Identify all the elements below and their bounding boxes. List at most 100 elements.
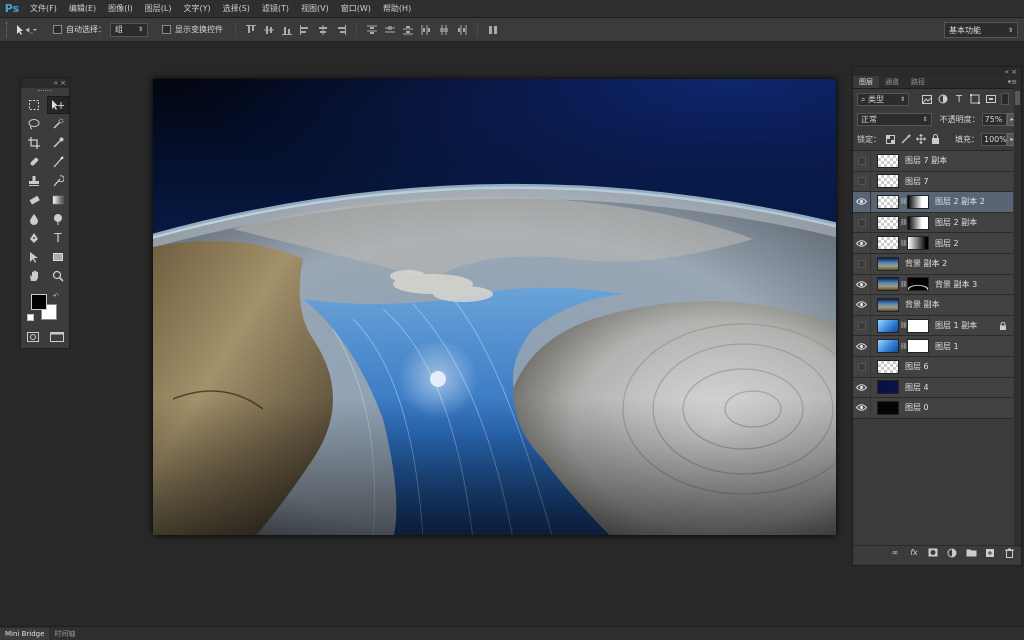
path-selection-tool-icon[interactable] bbox=[23, 248, 45, 266]
foreground-color-swatch[interactable] bbox=[31, 294, 47, 310]
align-right-icon[interactable] bbox=[335, 24, 347, 36]
layer-name[interactable]: 图层 6 bbox=[905, 361, 929, 372]
default-colors-icon[interactable] bbox=[27, 314, 34, 321]
dodge-tool-icon[interactable] bbox=[47, 210, 69, 228]
history-brush-tool-icon[interactable] bbox=[47, 172, 69, 190]
collapse-icon[interactable]: « bbox=[1005, 68, 1009, 76]
rectangle-tool-icon[interactable] bbox=[47, 248, 69, 266]
brush-tool-icon[interactable] bbox=[47, 153, 69, 171]
menu-item[interactable]: 选择(S) bbox=[217, 3, 256, 14]
layer-row[interactable]: 背景 副本 bbox=[853, 294, 1013, 316]
layer-mask-thumbnail[interactable] bbox=[907, 215, 929, 230]
clone-stamp-tool-icon[interactable] bbox=[23, 172, 45, 190]
eye-icon[interactable] bbox=[853, 294, 871, 315]
layer-kind-filter[interactable]: ⌕ 类型 ⇕ bbox=[857, 92, 909, 106]
tab-timeline[interactable]: 时间轴 bbox=[49, 628, 80, 640]
tab-layers[interactable]: 图层 bbox=[853, 76, 879, 88]
align-hcenter-icon[interactable] bbox=[317, 24, 329, 36]
layer-thumbnail[interactable] bbox=[877, 400, 899, 415]
menu-item[interactable]: 文字(Y) bbox=[177, 3, 216, 14]
tools-panel-header[interactable]: « × bbox=[21, 78, 69, 88]
layer-name[interactable]: 背景 副本 bbox=[905, 299, 940, 310]
menu-item[interactable]: 帮助(H) bbox=[377, 3, 417, 14]
workspace-switcher[interactable]: 基本功能 ⇕ bbox=[944, 22, 1018, 38]
align-top-icon[interactable] bbox=[245, 24, 257, 36]
distribute-vcenter-icon[interactable] bbox=[384, 24, 396, 36]
pixel-filter-icon[interactable] bbox=[921, 93, 933, 105]
lasso-tool-icon[interactable] bbox=[23, 115, 45, 133]
menu-item[interactable]: 视图(V) bbox=[295, 3, 335, 14]
mask-link-icon[interactable]: ⛓ bbox=[900, 218, 908, 228]
auto-select-checkbox[interactable] bbox=[53, 25, 62, 34]
layer-thumbnail[interactable] bbox=[877, 339, 899, 354]
tab-channels[interactable]: 通道 bbox=[879, 76, 905, 88]
layer-row[interactable]: ⛓ 图层 2 副本 2 bbox=[853, 191, 1013, 213]
layer-mask-thumbnail[interactable] bbox=[907, 236, 929, 251]
layers-panel-header[interactable]: « × bbox=[853, 67, 1021, 76]
menu-item[interactable]: 图层(L) bbox=[139, 3, 178, 14]
layer-row[interactable]: 图层 7 副本 bbox=[853, 150, 1013, 172]
mask-link-icon[interactable]: ⛓ bbox=[900, 279, 908, 289]
layer-name[interactable]: 图层 2 副本 2 bbox=[935, 196, 985, 207]
eyedropper-tool-icon[interactable] bbox=[47, 134, 69, 152]
layer-row[interactable]: 图层 7 bbox=[853, 171, 1013, 193]
lock-position-icon[interactable] bbox=[915, 134, 926, 145]
layer-thumbnail[interactable] bbox=[877, 297, 899, 312]
layer-name[interactable]: 图层 2 副本 bbox=[935, 217, 977, 228]
layer-name[interactable]: 图层 7 副本 bbox=[905, 155, 947, 166]
layer-row[interactable]: 图层 4 bbox=[853, 377, 1013, 399]
menu-item[interactable]: 编辑(E) bbox=[63, 3, 102, 14]
distribute-hcenter-icon[interactable] bbox=[438, 24, 450, 36]
type-filter-icon[interactable]: T bbox=[953, 93, 965, 105]
align-bottom-icon[interactable] bbox=[281, 24, 293, 36]
auto-align-icon[interactable] bbox=[487, 24, 499, 36]
show-transform-checkbox[interactable] bbox=[162, 25, 171, 34]
layers-scrollbar[interactable] bbox=[1014, 87, 1021, 547]
layer-thumbnail[interactable] bbox=[877, 318, 899, 333]
layer-row[interactable]: ⛓ 背景 副本 3 bbox=[853, 274, 1013, 296]
layer-thumbnail[interactable] bbox=[877, 153, 899, 168]
layer-thumbnail[interactable] bbox=[877, 380, 899, 395]
quick-selection-tool-icon[interactable] bbox=[47, 115, 69, 133]
distribute-left-icon[interactable] bbox=[420, 24, 432, 36]
layer-mask-thumbnail[interactable] bbox=[907, 277, 929, 292]
layer-mask-thumbnail[interactable] bbox=[907, 194, 929, 209]
quick-mask-icon[interactable] bbox=[22, 328, 44, 346]
mask-link-icon[interactable]: ⛓ bbox=[900, 197, 908, 207]
eye-icon[interactable] bbox=[853, 377, 871, 398]
eye-icon[interactable] bbox=[853, 336, 871, 357]
layer-thumbnail[interactable] bbox=[877, 215, 899, 230]
delete-layer-icon[interactable] bbox=[1003, 547, 1015, 559]
layer-thumbnail[interactable] bbox=[877, 174, 899, 189]
menu-item[interactable]: 文件(F) bbox=[24, 3, 63, 14]
layer-thumbnail[interactable] bbox=[877, 277, 899, 292]
layer-name[interactable]: 图层 2 bbox=[935, 238, 959, 249]
layer-name[interactable]: 图层 4 bbox=[905, 382, 929, 393]
visibility-toggle[interactable] bbox=[853, 253, 871, 274]
blur-tool-icon[interactable] bbox=[23, 210, 45, 228]
screen-mode-icon[interactable] bbox=[46, 328, 68, 346]
shape-filter-icon[interactable] bbox=[969, 93, 981, 105]
crop-tool-icon[interactable] bbox=[23, 134, 45, 152]
eye-icon[interactable] bbox=[853, 233, 871, 254]
layer-name[interactable]: 图层 7 bbox=[905, 176, 929, 187]
layer-name[interactable]: 背景 副本 2 bbox=[905, 258, 947, 269]
zoom-tool-icon[interactable] bbox=[47, 267, 69, 285]
layer-mask-thumbnail[interactable] bbox=[907, 339, 929, 354]
visibility-toggle[interactable] bbox=[853, 212, 871, 233]
align-vcenter-icon[interactable] bbox=[263, 24, 275, 36]
layer-thumbnail[interactable] bbox=[877, 359, 899, 374]
fill-input[interactable]: 100% bbox=[981, 132, 1007, 146]
tab-paths[interactable]: 路径 bbox=[905, 76, 931, 88]
mask-link-icon[interactable]: ⛓ bbox=[900, 238, 908, 248]
layer-thumbnail[interactable] bbox=[877, 194, 899, 209]
link-layers-icon[interactable]: ∞ bbox=[889, 547, 901, 559]
layer-style-icon[interactable]: fx bbox=[908, 547, 920, 559]
swap-colors-icon[interactable]: ↶ bbox=[53, 292, 59, 300]
visibility-toggle[interactable] bbox=[853, 150, 871, 171]
panel-menu-icon[interactable]: ▾≡ bbox=[1008, 78, 1017, 86]
document-canvas[interactable] bbox=[153, 79, 836, 535]
layer-name[interactable]: 图层 0 bbox=[905, 402, 929, 413]
type-tool-icon[interactable]: T bbox=[47, 229, 69, 247]
opacity-input[interactable]: 75% bbox=[981, 112, 1008, 126]
